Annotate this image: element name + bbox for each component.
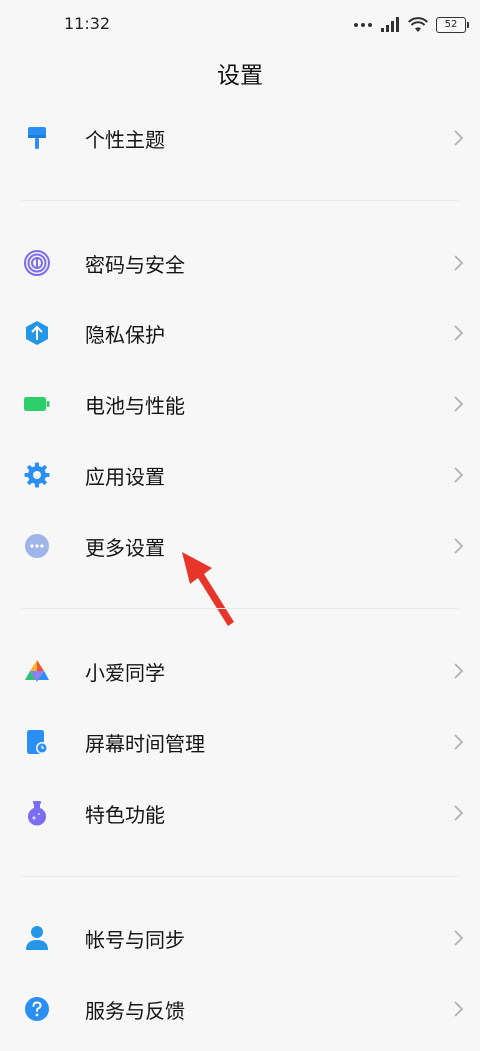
settings-item-service-feedback[interactable]: 服务与反馈 (0, 979, 480, 1039)
group-divider (22, 608, 458, 609)
battery-icon (24, 391, 50, 417)
help-icon (24, 996, 50, 1022)
settings-item-label: 密码与安全 (85, 253, 185, 277)
settings-item-label: 隐私保护 (85, 323, 165, 347)
settings-item-xiaoai[interactable]: 小爱同学 (0, 641, 480, 701)
gear-icon (24, 462, 50, 488)
settings-item-battery-performance[interactable]: 电池与性能 (0, 374, 480, 434)
flask-icon (24, 800, 50, 826)
settings-item-special-features[interactable]: 特色功能 (0, 783, 480, 843)
more-dots-icon (24, 533, 50, 559)
chevron-right-icon (454, 325, 464, 341)
settings-item-privacy[interactable]: 隐私保护 (0, 303, 480, 363)
settings-item-label: 帐号与同步 (85, 928, 185, 952)
status-time: 11:32 (64, 14, 111, 33)
chevron-right-icon (454, 255, 464, 271)
chevron-right-icon (454, 930, 464, 946)
chevron-right-icon (454, 734, 464, 750)
fingerprint-icon (24, 250, 50, 276)
battery-status: 52 (436, 17, 469, 33)
settings-item-screen-time[interactable]: 屏幕时间管理 (0, 712, 480, 772)
more-dots-status-icon (354, 23, 372, 27)
settings-item-label: 更多设置 (85, 536, 165, 560)
status-icons: 52 (354, 15, 469, 35)
settings-item-label: 电池与性能 (85, 394, 185, 418)
settings-item-account-sync[interactable]: 帐号与同步 (0, 908, 480, 968)
red-annotation-arrow-icon (182, 552, 234, 626)
settings-item-more-settings[interactable]: 更多设置 (0, 516, 480, 576)
settings-item-label: 个性主题 (85, 128, 165, 152)
xiaoai-icon (24, 658, 50, 684)
account-icon (24, 925, 50, 951)
page-title: 设置 (217, 63, 263, 89)
signal-icon (381, 17, 399, 32)
chevron-right-icon (454, 1001, 464, 1017)
theme-brush-icon (24, 125, 50, 151)
privacy-shield-icon (24, 320, 50, 346)
settings-item-label: 特色功能 (85, 803, 165, 827)
chevron-right-icon (454, 538, 464, 554)
chevron-right-icon (454, 663, 464, 679)
chevron-right-icon (454, 805, 464, 821)
wifi-icon (408, 17, 428, 32)
settings-item-label: 屏幕时间管理 (85, 732, 205, 756)
chevron-right-icon (454, 467, 464, 483)
settings-item-password-security[interactable]: 密码与安全 (0, 233, 480, 293)
screen-time-icon (24, 729, 50, 755)
settings-item-label: 应用设置 (85, 465, 165, 489)
settings-item-theme[interactable]: 个性主题 (0, 108, 480, 168)
group-divider (22, 200, 458, 201)
settings-item-label: 服务与反馈 (85, 999, 185, 1023)
settings-item-app-settings[interactable]: 应用设置 (0, 445, 480, 505)
chevron-right-icon (454, 396, 464, 412)
chevron-right-icon (454, 130, 464, 146)
status-bar: 11:32 52 (0, 0, 480, 48)
group-divider (22, 876, 458, 877)
settings-item-label: 小爱同学 (85, 661, 165, 685)
